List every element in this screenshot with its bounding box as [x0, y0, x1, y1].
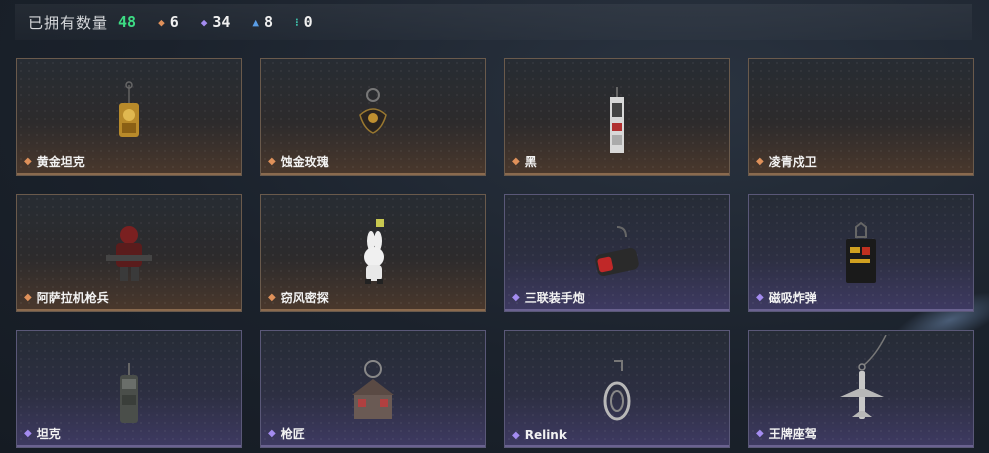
orange-gem-icon: ◆ — [24, 292, 32, 303]
teal-count: ⁝ 0 — [295, 13, 313, 31]
item-name-text: 窃风密探 — [280, 291, 329, 305]
item-name-text: Relink — [524, 428, 567, 442]
purple-gem-icon: ◆ — [512, 429, 520, 441]
triple-hand-cannon-charm-icon — [595, 226, 639, 277]
item-name-text: 枪匠 — [280, 427, 305, 441]
item-name: ◆ 窃风密探 — [268, 289, 329, 306]
item-name-text: 坦克 — [36, 427, 61, 441]
item-name-text: 阿萨拉机枪兵 — [36, 291, 109, 305]
purple-gem-icon: ◆ — [756, 292, 764, 303]
rarity-underline — [749, 445, 973, 447]
item-name: ◆ 三联装手炮 — [512, 289, 585, 306]
gold-rose-charm-icon — [359, 88, 387, 134]
item-card[interactable]: ◆ 蚀金玫瑰 — [260, 58, 486, 176]
item-card[interactable]: ◆ 窃风密探 — [260, 194, 486, 312]
item-name: ◆ 蚀金玫瑰 — [268, 153, 329, 170]
item-name: ◆ 黄金坦克 — [24, 153, 85, 170]
item-name-text: 三联装手炮 — [524, 291, 585, 305]
purple-gem-icon: ◆ — [756, 428, 764, 439]
item-name: ◆ 凌青戍卫 — [756, 153, 817, 170]
item-name-text: 黄金坦克 — [36, 155, 85, 169]
owned-label: 已拥有数量 — [28, 13, 109, 32]
purple-count-value: 34 — [212, 13, 231, 31]
gunner-figure-charm-icon — [106, 226, 152, 281]
orange-gem-icon: ◆ — [158, 15, 165, 29]
owned-total: 48 — [118, 13, 137, 31]
item-card[interactable]: ◆ 黑 — [504, 58, 730, 176]
orange-gem-icon: ◆ — [268, 292, 276, 303]
rarity-underline — [17, 445, 241, 447]
item-name-text: 凌青戍卫 — [768, 155, 817, 169]
gunsmith-house-charm-icon — [352, 360, 394, 419]
black-tag-charm-icon — [610, 87, 624, 153]
purple-gem-icon: ◆ — [268, 428, 276, 439]
jet-plane-charm-icon — [840, 335, 887, 419]
orange-gem-icon: ◆ — [268, 156, 276, 167]
item-name: ◆ 王牌座驾 — [756, 425, 817, 442]
purple-gem-icon: ◆ — [512, 292, 520, 303]
blue-count: ▲ 8 — [252, 13, 273, 31]
item-name: ◆ Relink — [512, 428, 567, 442]
item-name: ◆ 磁吸炸弹 — [756, 289, 817, 306]
item-name-text: 黑 — [524, 155, 537, 169]
orange-gem-icon: ◆ — [756, 156, 764, 167]
item-card[interactable]: ◆ 三联装手炮 — [504, 194, 730, 312]
item-name-text: 王牌座驾 — [768, 427, 817, 441]
owned-summary-bar: 已拥有数量 48 ◆ 6 ◆ 34 ▲ 8 ⁝ 0 — [15, 4, 972, 40]
item-card[interactable]: ◆ 枪匠 — [260, 330, 486, 448]
item-name: ◆ 阿萨拉机枪兵 — [24, 289, 109, 306]
magnetic-bomb-charm-icon — [846, 221, 876, 283]
orange-gem-icon: ◆ — [512, 156, 520, 167]
rabbit-spy-charm-icon — [364, 219, 384, 284]
teal-gem-icon: ⁝ — [295, 15, 299, 29]
rarity-underline — [505, 173, 729, 175]
relink-cage-charm-icon — [603, 360, 631, 421]
orange-count: ◆ 6 — [158, 13, 179, 31]
teal-count-value: 0 — [303, 13, 313, 31]
item-card[interactable]: ◆ 王牌座驾 — [748, 330, 974, 448]
rarity-underline — [261, 173, 485, 175]
item-card[interactable]: ◆ 黄金坦克 — [16, 58, 242, 176]
rarity-underline — [17, 173, 241, 175]
purple-gem-icon: ◆ — [24, 428, 32, 439]
item-name-text: 蚀金玫瑰 — [280, 155, 329, 169]
item-card[interactable]: ◆ 坦克 — [16, 330, 242, 448]
item-card[interactable]: ◆ 阿萨拉机枪兵 — [16, 194, 242, 312]
orange-count-value: 6 — [169, 13, 179, 31]
orange-gem-icon: ◆ — [24, 156, 32, 167]
rarity-underline — [505, 445, 729, 447]
item-name: ◆ 坦克 — [24, 425, 61, 442]
golden-tank-charm-icon — [119, 81, 139, 137]
item-card[interactable]: ◆ Relink — [504, 330, 730, 448]
blue-gem-icon: ▲ — [252, 15, 260, 29]
blue-count-value: 8 — [264, 13, 274, 31]
item-name: ◆ 黑 — [512, 153, 537, 170]
rarity-underline — [261, 445, 485, 447]
purple-gem-icon: ◆ — [200, 15, 208, 29]
rarity-underline — [261, 309, 485, 311]
item-name-text: 磁吸炸弹 — [768, 291, 817, 305]
rarity-underline — [749, 309, 973, 311]
item-card[interactable]: ◆ 凌青戍卫 — [748, 58, 974, 176]
rarity-underline — [505, 309, 729, 311]
rarity-underline — [749, 173, 973, 175]
tank-charm-icon — [120, 363, 138, 423]
purple-count: ◆ 34 — [201, 13, 231, 31]
rarity-underline — [17, 309, 241, 311]
item-name: ◆ 枪匠 — [268, 425, 305, 442]
item-card[interactable]: ◆ 磁吸炸弹 — [748, 194, 974, 312]
